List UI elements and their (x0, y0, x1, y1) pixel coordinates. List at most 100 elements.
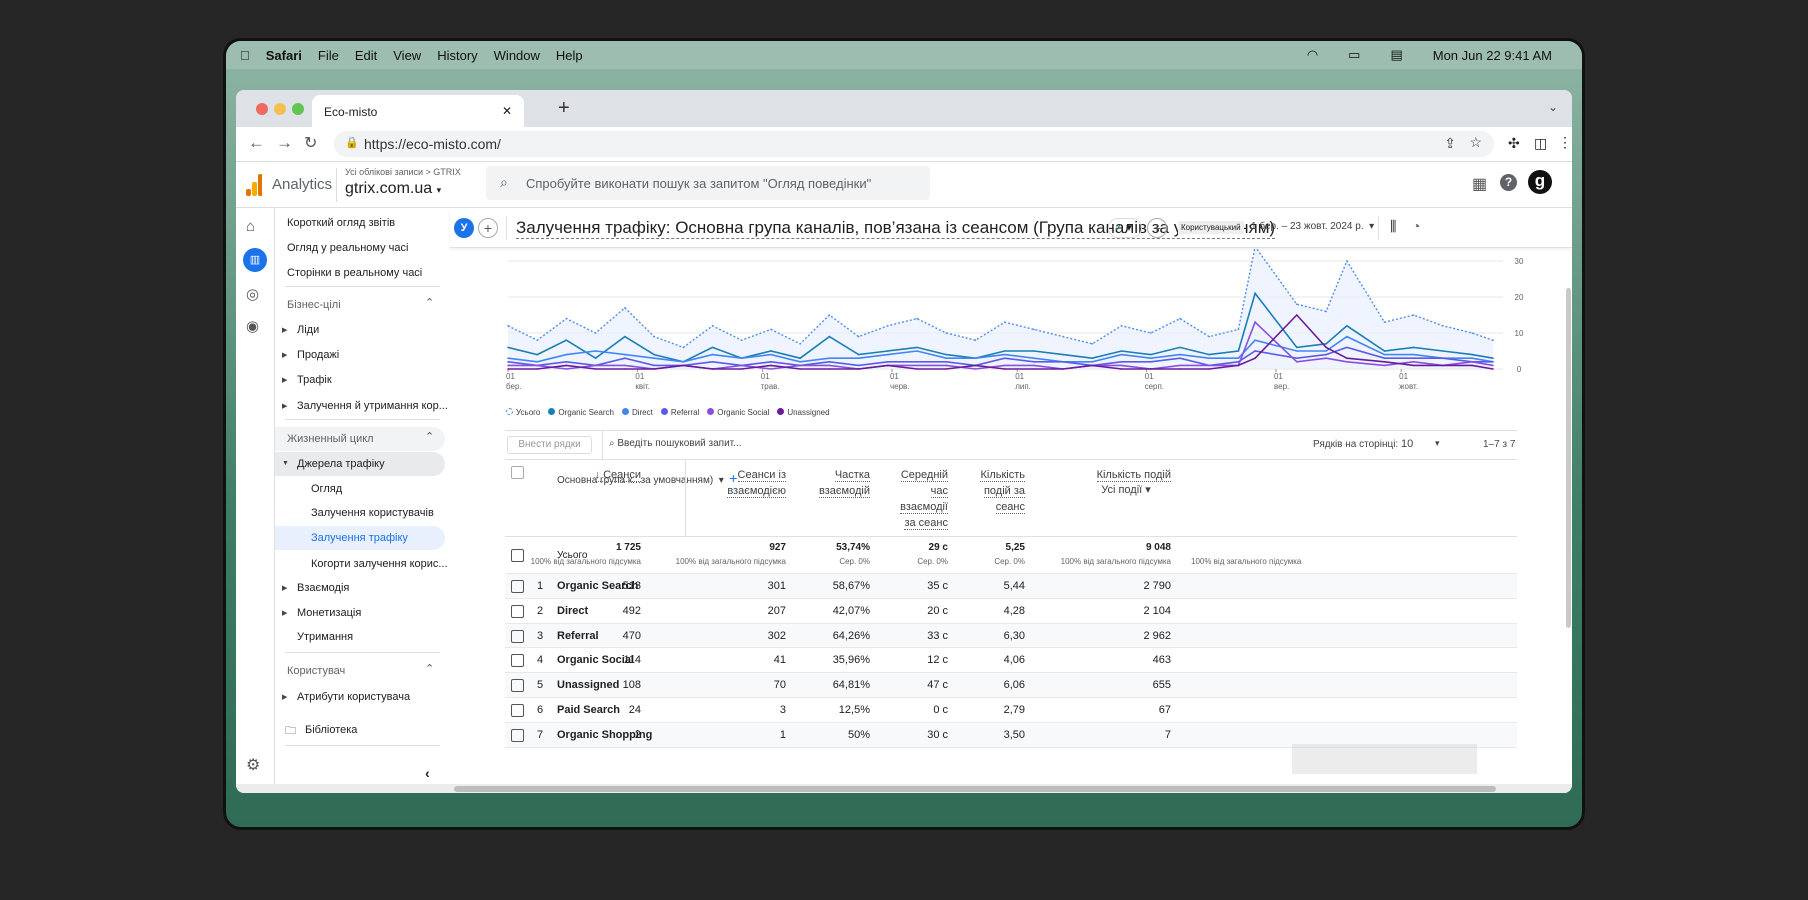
row-checkbox[interactable] (511, 704, 524, 717)
extensions-icon[interactable]: ✣ (1508, 135, 1520, 152)
home-icon[interactable]: ⌂ (246, 218, 255, 235)
wifi-icon[interactable]: ◠ (1307, 47, 1318, 63)
zoom-window-button[interactable] (292, 103, 304, 115)
ga-search-input[interactable]: ⌕ Спробуйте виконати пошук за запитом "Ог… (486, 166, 930, 200)
nav-user-acquisition[interactable]: Залучення користувачів (311, 507, 434, 519)
tab-list-chevron-icon[interactable]: ⌄ (1548, 100, 1558, 114)
share-report-icon[interactable]: ◔ (1412, 218, 1420, 234)
legend-item[interactable]: Усього (506, 408, 540, 417)
row-checkbox[interactable] (511, 580, 524, 593)
segment-badge[interactable]: У (454, 218, 474, 238)
nav-section-lifecycle[interactable]: Жизненный цикл (287, 433, 374, 445)
reload-icon[interactable]: ↻ (304, 133, 317, 153)
event-filter-dropdown[interactable]: Усі події ▾ (1081, 482, 1171, 498)
explore-icon[interactable]: ◎ (246, 285, 259, 303)
column-header[interactable]: Середній час взаємодії за сеанс (900, 467, 948, 531)
browser-tab[interactable]: Eco-misto ✕ (312, 95, 524, 127)
report-status-dropdown[interactable]: ✓ ▾ (1108, 218, 1142, 238)
table-row[interactable]: 4 Organic Social 114 41 35,96% 12 с 4,06 463 (505, 648, 1517, 674)
menu-view[interactable]: View (393, 48, 421, 63)
nav-realtime-overview[interactable]: Огляд у реальному часі (287, 242, 408, 254)
forward-icon[interactable]: → (276, 133, 293, 153)
nav-section-user[interactable]: Користувач (287, 665, 345, 677)
column-header[interactable]: Частка взаємодій (810, 467, 870, 499)
add-rows-button[interactable]: Внести рядки (507, 436, 592, 454)
column-header[interactable]: ↓ Сеанси (581, 467, 641, 483)
nav-realtime-pages[interactable]: Сторінки в реальному часі (287, 267, 422, 279)
nav-sales[interactable]: Продажі (297, 349, 339, 361)
sidebar-icon[interactable]: ◫ (1534, 135, 1547, 152)
apple-icon[interactable]:  (240, 48, 250, 63)
compare-icon[interactable]: ⫼ (1390, 218, 1396, 235)
row-checkbox[interactable] (511, 549, 524, 562)
select-all-checkbox[interactable] (511, 466, 524, 479)
table-row[interactable]: 5 Unassigned 108 70 64,81% 47 с 6,06 655 (505, 673, 1517, 698)
date-range-picker[interactable]: 1 бер. – 23 жовт. 2024 р. ▾ (1251, 221, 1374, 232)
control-center-icon[interactable]: ▤ (1390, 47, 1402, 63)
reports-icon[interactable]: ▥ (243, 248, 267, 272)
nav-reports-snapshot[interactable]: Короткий огляд звітів (287, 217, 395, 229)
close-tab-icon[interactable]: ✕ (502, 104, 512, 118)
channel-name[interactable]: Paid Search (557, 704, 620, 716)
nav-retention[interactable]: Утримання (297, 631, 353, 643)
back-icon[interactable]: ← (248, 133, 265, 153)
legend-item[interactable]: Unassigned (777, 408, 830, 417)
help-icon[interactable]: ? (1500, 174, 1517, 191)
nav-monetization[interactable]: Монетизація (297, 607, 361, 619)
channel-name[interactable]: Referral (557, 630, 599, 642)
column-header[interactable]: Сеанси із взаємодією (676, 467, 786, 499)
row-checkbox[interactable] (511, 728, 524, 742)
legend-item[interactable]: Organic Social (707, 408, 769, 417)
close-window-button[interactable] (256, 103, 268, 115)
legend-item[interactable]: Direct (621, 408, 653, 417)
table-row[interactable]: 2 Direct 492 207 42,07% 20 с 4,28 2 104 (505, 598, 1517, 624)
row-checkbox[interactable] (511, 604, 524, 618)
add-filter-icon[interactable]: + (1147, 218, 1167, 238)
menu-safari[interactable]: Safari (266, 48, 302, 63)
table-row[interactable]: 3 Referral 470 302 64,26% 33 с 6,30 2 962 (505, 623, 1517, 649)
advertising-icon[interactable]: ◉ (246, 317, 259, 335)
battery-icon[interactable]: ▭ (1348, 47, 1360, 63)
table-row[interactable]: 6 Paid Search 24 3 12,5% 0 с 2,79 67 (505, 698, 1517, 723)
menu-help[interactable]: Help (556, 48, 583, 63)
minimize-window-button[interactable] (274, 103, 286, 115)
settings-gear-icon[interactable]: ⚙ (246, 755, 260, 775)
chevron-up-icon[interactable]: ⌃ (425, 662, 434, 675)
row-checkbox[interactable] (511, 629, 524, 643)
avatar[interactable]: g (1528, 170, 1552, 194)
share-icon[interactable]: ⇪ (1444, 135, 1456, 152)
nav-overview[interactable]: Огляд (311, 483, 342, 495)
property-selector[interactable]: gtrix.com.ua ▾ (345, 180, 441, 198)
url-field[interactable]: 🔒 https://eco-misto.com/ ⇪ ☆ (334, 131, 1494, 157)
nav-traffic-sources[interactable]: Джерела трафіку (297, 458, 385, 470)
column-header[interactable]: Кількість подій (1081, 467, 1171, 483)
collapse-nav-icon[interactable]: ‹ (425, 765, 430, 781)
clock[interactable]: Mon Jun 22 9:41 AM (1433, 48, 1552, 63)
legend-item[interactable]: Organic Search (548, 408, 614, 417)
star-icon[interactable]: ☆ (1469, 134, 1482, 151)
horizontal-scrollbar-thumb[interactable] (454, 786, 1496, 792)
nav-library[interactable]: Бібліотека (305, 724, 357, 736)
row-checkbox[interactable] (511, 654, 524, 668)
new-tab-button[interactable]: + (558, 97, 570, 120)
more-menu-icon[interactable]: ⋮ (1558, 134, 1572, 151)
apps-grid-icon[interactable]: ▦ (1472, 174, 1487, 194)
nav-engagement[interactable]: Взаємодія (297, 582, 349, 594)
rows-per-page-select[interactable]: 10 ▾ (1401, 438, 1441, 450)
add-comparison-icon[interactable]: + (478, 218, 498, 238)
vertical-scrollbar[interactable] (1566, 288, 1571, 628)
menu-history[interactable]: History (437, 48, 477, 63)
chevron-up-icon[interactable]: ⌃ (425, 430, 434, 443)
menu-edit[interactable]: Edit (355, 48, 377, 63)
table-search-input[interactable]: ⌕ Введіть пошуковий запит... (609, 438, 742, 449)
channel-name[interactable]: Direct (557, 605, 588, 617)
row-checkbox[interactable] (511, 679, 524, 693)
nav-leads[interactable]: Ліди (297, 324, 319, 336)
chevron-up-icon[interactable]: ⌃ (425, 296, 434, 309)
account-breadcrumb[interactable]: Усі облікові записи > GTRIX (345, 167, 461, 177)
nav-traffic[interactable]: Трафік (297, 374, 332, 386)
nav-user-attributes[interactable]: Атрибути користувача (297, 691, 410, 703)
nav-engagement-retention[interactable]: Залучення й утримання кор... (297, 400, 448, 412)
nav-section-business[interactable]: Бізнес-цілі (287, 299, 341, 311)
column-header[interactable]: Кількість подій за сеанс (975, 467, 1025, 515)
